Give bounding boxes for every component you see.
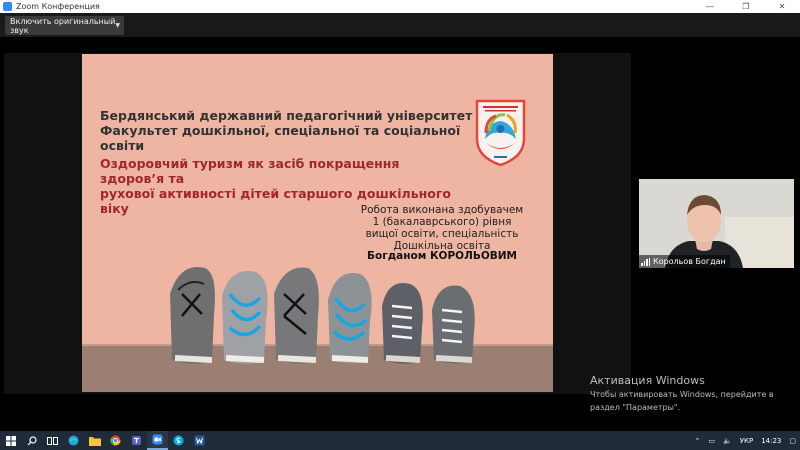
presentation-slide: Бердянський державний педагогічний уніве… <box>82 54 553 392</box>
signal-strength-icon <box>641 257 650 266</box>
slide-university: Бердянський державний педагогічний уніве… <box>100 108 480 153</box>
teams-icon[interactable] <box>126 431 147 450</box>
work-description: Робота виконана здобувачем 1 (бакалаврсь… <box>347 204 537 252</box>
participant-name-label: Корольов Богдан <box>639 255 730 268</box>
activation-line2: раздел "Параметры". <box>590 403 681 412</box>
chevron-down-icon[interactable]: ▼ <box>115 22 120 29</box>
notifications-icon[interactable]: ▢ <box>789 437 796 445</box>
sneakers-illustration <box>170 267 475 364</box>
windows-taskbar: ⌃ ▭ 🔈 УКР 14:23 ▢ <box>0 431 800 450</box>
windows-start-icon[interactable] <box>0 431 21 450</box>
zoom-icon[interactable] <box>147 431 168 450</box>
window-controls: — ❐ ✕ <box>692 0 800 13</box>
search-icon[interactable] <box>21 431 42 450</box>
restore-button[interactable]: ❐ <box>728 0 764 13</box>
clock[interactable]: 14:23 <box>761 437 781 445</box>
task-view-icon[interactable] <box>42 431 63 450</box>
sneaker-2 <box>222 271 268 364</box>
title-bar: Zoom Конференция — ❐ ✕ <box>0 0 800 13</box>
network-icon[interactable]: ▭ <box>708 437 715 445</box>
faculty-crest-logo <box>475 99 526 166</box>
window-title: Zoom Конференция <box>16 2 100 11</box>
windows-activation-watermark: Активация Windows Чтобы активировать Win… <box>590 374 774 413</box>
faculty-name: Факультет дошкільної, спеціальної та соц… <box>100 123 461 153</box>
participant-name: Корольов Богдан <box>653 257 726 266</box>
sneaker-5 <box>382 282 423 364</box>
close-button[interactable]: ✕ <box>764 0 800 13</box>
slide-title-line1: Оздоровчий туризм як засіб покращення зд… <box>100 156 400 186</box>
skype-icon[interactable] <box>168 431 189 450</box>
university-name: Бердянський державний педагогічний уніве… <box>100 108 473 123</box>
work-line2: 1 (бакалаврського) рівня <box>372 216 512 228</box>
zoom-app-icon <box>3 2 12 11</box>
sneaker-1 <box>170 267 215 364</box>
sneaker-3 <box>274 267 319 364</box>
original-sound-label: Включить оригинальный звук <box>10 16 116 35</box>
chrome-icon[interactable] <box>105 431 126 450</box>
minimize-button[interactable]: — <box>692 0 728 13</box>
participant-video-tile[interactable]: Корольов Богдан <box>639 179 794 268</box>
word-icon[interactable] <box>189 431 210 450</box>
sneaker-6 <box>432 285 475 364</box>
activation-line1: Чтобы активировать Windows, перейдите в <box>590 390 774 399</box>
sneaker-4 <box>328 273 372 364</box>
work-line1: Робота виконана здобувачем <box>360 204 524 216</box>
chevron-up-icon[interactable]: ⌃ <box>695 437 701 445</box>
activation-title: Активация Windows <box>590 374 705 387</box>
file-explorer-icon[interactable] <box>84 431 105 450</box>
work-line3: вищої освіти, спеціальність <box>365 228 519 240</box>
original-sound-button[interactable]: Включить оригинальный звук ▼ <box>5 16 124 35</box>
system-tray: ⌃ ▭ 🔈 УКР 14:23 ▢ <box>691 431 800 450</box>
edge-icon[interactable] <box>63 431 84 450</box>
zoom-meeting-window: Zoom Конференция — ❐ ✕ Включить оригинал… <box>0 0 800 450</box>
keyboard-language[interactable]: УКР <box>740 437 753 445</box>
meeting-top-strip: Включить оригинальный звук ▼ <box>0 13 800 37</box>
volume-icon[interactable]: 🔈 <box>723 437 732 445</box>
